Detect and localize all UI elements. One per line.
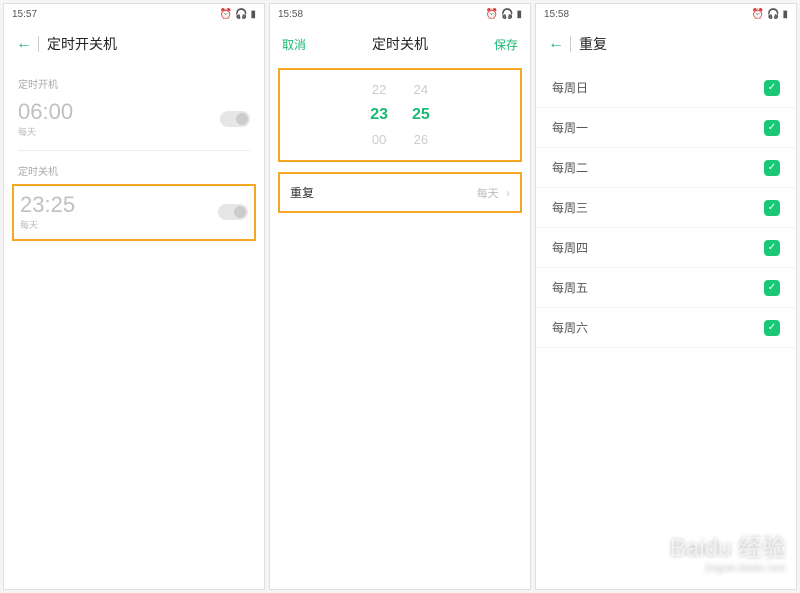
alarm-icon: ⏰ (752, 9, 764, 20)
page-title: 定时开关机 (47, 34, 117, 54)
day-label: 每周三 (552, 199, 588, 216)
battery-icon: ▮ (516, 9, 522, 20)
power-off-sub: 每天 (20, 218, 75, 231)
back-icon[interactable]: ← (548, 35, 564, 53)
power-off-time: 23:25 (20, 192, 75, 218)
power-off-toggle[interactable] (218, 204, 248, 220)
headphone-icon: 🎧 (501, 9, 513, 20)
status-time: 15:58 (544, 9, 569, 20)
status-icons: ⏰ 🎧 ▮ (752, 9, 788, 20)
power-on-time-block: 06:00 每天 (18, 99, 73, 138)
minute-next: 26 (412, 129, 430, 151)
day-label: 每周五 (552, 279, 588, 296)
power-off-time-block: 23:25 每天 (20, 192, 75, 231)
status-bar: 15:58 ⏰ 🎧 ▮ (270, 4, 530, 24)
page-title: 重复 (579, 34, 607, 54)
page-title: 定时关机 (270, 34, 530, 54)
hour-column[interactable]: 22 23 00 (370, 79, 388, 151)
power-off-highlight: 23:25 每天 (12, 184, 256, 241)
check-icon[interactable]: ✓ (764, 280, 780, 296)
status-time: 15:58 (278, 9, 303, 20)
day-row[interactable]: 每周六 ✓ (536, 308, 796, 348)
day-label: 每周日 (552, 79, 588, 96)
power-on-sub: 每天 (18, 125, 73, 138)
check-icon[interactable]: ✓ (764, 80, 780, 96)
screen-1: 15:57 ⏰ 🎧 ▮ ← 定时开关机 定时开机 06:00 每天 定时关机 2… (3, 3, 265, 590)
day-checklist: 每周日 ✓ 每周一 ✓ 每周二 ✓ 每周三 ✓ 每周四 ✓ 每周五 ✓ 每周六 ✓ (536, 64, 796, 352)
status-icons: ⏰ 🎧 ▮ (486, 9, 522, 20)
headphone-icon: 🎧 (235, 9, 247, 20)
section-label-off: 定时关机 (4, 151, 264, 182)
back-icon[interactable]: ← (16, 35, 32, 53)
chevron-right-icon: › (506, 186, 510, 200)
repeat-value-wrap: 每天 › (477, 185, 510, 201)
status-icons: ⏰ 🎧 ▮ (220, 9, 256, 20)
time-picker[interactable]: 22 23 00 24 25 26 (278, 68, 522, 162)
repeat-value: 每天 (477, 188, 499, 200)
power-off-row[interactable]: 23:25 每天 (20, 188, 248, 231)
check-icon[interactable]: ✓ (764, 200, 780, 216)
battery-icon: ▮ (782, 9, 788, 20)
status-time: 15:57 (12, 9, 37, 20)
check-icon[interactable]: ✓ (764, 160, 780, 176)
day-row[interactable]: 每周四 ✓ (536, 228, 796, 268)
repeat-label: 重复 (290, 184, 314, 201)
day-label: 每周二 (552, 159, 588, 176)
save-button[interactable]: 保存 (494, 36, 518, 53)
power-on-toggle[interactable] (220, 111, 250, 127)
power-on-time: 06:00 (18, 99, 73, 125)
day-row[interactable]: 每周三 ✓ (536, 188, 796, 228)
section-label-on: 定时开机 (4, 64, 264, 95)
status-bar: 15:58 ⏰ 🎧 ▮ (536, 4, 796, 24)
navbar: ← 重复 (536, 24, 796, 64)
day-label: 每周六 (552, 319, 588, 336)
alarm-icon: ⏰ (486, 9, 498, 20)
day-row[interactable]: 每周一 ✓ (536, 108, 796, 148)
alarm-icon: ⏰ (220, 9, 232, 20)
status-bar: 15:57 ⏰ 🎧 ▮ (4, 4, 264, 24)
power-on-row[interactable]: 06:00 每天 (4, 95, 264, 150)
day-label: 每周一 (552, 119, 588, 136)
day-row[interactable]: 每周二 ✓ (536, 148, 796, 188)
navbar: 取消 定时关机 保存 (270, 24, 530, 64)
repeat-row[interactable]: 重复 每天 › (278, 172, 522, 213)
hour-next: 00 (370, 129, 388, 151)
screen-3: 15:58 ⏰ 🎧 ▮ ← 重复 每周日✓每周一✓每周二✓每周三✓每周四✓每周五… (535, 3, 797, 590)
day-row[interactable]: 每周日 ✓ (536, 68, 796, 108)
check-icon[interactable]: ✓ (764, 320, 780, 336)
minute-selected: 25 (412, 101, 430, 129)
minute-prev: 24 (412, 79, 430, 101)
navbar: ← 定时开关机 (4, 24, 264, 64)
check-icon[interactable]: ✓ (764, 120, 780, 136)
day-label: 每周四 (552, 239, 588, 256)
battery-icon: ▮ (250, 9, 256, 20)
day-row[interactable]: 每周五 ✓ (536, 268, 796, 308)
headphone-icon: 🎧 (767, 9, 779, 20)
divider (570, 36, 571, 52)
hour-prev: 22 (370, 79, 388, 101)
check-icon[interactable]: ✓ (764, 240, 780, 256)
minute-column[interactable]: 24 25 26 (412, 79, 430, 151)
divider (38, 36, 39, 52)
hour-selected: 23 (370, 101, 388, 129)
screen-2: 15:58 ⏰ 🎧 ▮ 取消 定时关机 保存 22 23 00 24 25 26… (269, 3, 531, 590)
